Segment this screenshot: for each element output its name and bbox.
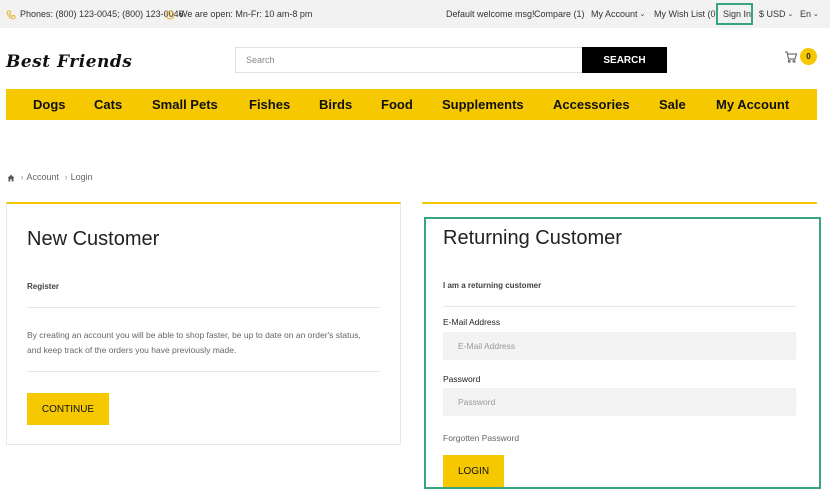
register-label: Register bbox=[27, 282, 60, 291]
nav-item-cats[interactable]: Cats bbox=[94, 89, 122, 120]
phones-text: Phones: (800) 123-0045; (800) 123-0046 bbox=[20, 9, 184, 19]
breadcrumb-login[interactable]: Login bbox=[71, 172, 93, 182]
breadcrumb-account[interactable]: Account bbox=[27, 172, 60, 182]
language-label: En bbox=[800, 9, 812, 19]
nav-item-dogs[interactable]: Dogs bbox=[33, 89, 66, 120]
main-nav: Dogs Cats Small Pets Fishes Birds Food S… bbox=[6, 89, 817, 120]
nav-item-supplements[interactable]: Supplements bbox=[442, 89, 524, 120]
new-customer-panel: New Customer Register By creating an acc… bbox=[6, 202, 401, 445]
my-account-label: My Account bbox=[591, 9, 638, 19]
nav-item-birds[interactable]: Birds bbox=[319, 89, 352, 120]
nav-item-food[interactable]: Food bbox=[381, 89, 413, 120]
chevron-down-icon: ⌄ bbox=[639, 10, 646, 18]
accent-line bbox=[422, 202, 817, 204]
currency-label: $ USD bbox=[759, 9, 786, 19]
cart-count-badge: 0 bbox=[800, 48, 817, 65]
hours-info: We are open: Mn-Fr: 10 am-8 pm bbox=[165, 0, 312, 28]
sign-in-highlight bbox=[716, 3, 753, 25]
divider bbox=[27, 307, 380, 308]
cart-icon bbox=[785, 51, 798, 63]
continue-button[interactable]: CONTINUE bbox=[27, 393, 109, 425]
my-account-dropdown[interactable]: My Account ⌄ bbox=[591, 0, 645, 28]
breadcrumb: › Account › Login bbox=[7, 172, 93, 182]
breadcrumb-separator: › bbox=[20, 172, 24, 182]
welcome-message: Default welcome msg! bbox=[446, 9, 535, 19]
wishlist-link[interactable]: My Wish List (0) bbox=[654, 0, 719, 28]
returning-customer-panel: Returning Customer I am a returning cust… bbox=[424, 217, 821, 489]
language-dropdown[interactable]: En ⌄ bbox=[800, 0, 819, 28]
compare-link[interactable]: Compare (1) bbox=[534, 0, 585, 28]
clock-icon bbox=[165, 10, 175, 20]
phone-icon bbox=[6, 10, 16, 20]
nav-item-my-account[interactable]: My Account bbox=[716, 89, 789, 120]
nav-item-fishes[interactable]: Fishes bbox=[249, 89, 290, 120]
register-description: By creating an account you will be able … bbox=[27, 330, 361, 355]
forgotten-password-link[interactable]: Forgotten Password bbox=[443, 433, 519, 443]
nav-item-accessories[interactable]: Accessories bbox=[553, 89, 630, 120]
search-bar: SEARCH bbox=[235, 47, 667, 73]
top-bar: Phones: (800) 123-0045; (800) 123-0046 W… bbox=[0, 0, 830, 28]
search-input[interactable] bbox=[235, 47, 582, 73]
phones-info: Phones: (800) 123-0045; (800) 123-0046 bbox=[6, 0, 184, 28]
login-button[interactable]: LOGIN bbox=[443, 455, 504, 487]
password-field[interactable] bbox=[443, 388, 796, 416]
new-customer-title: New Customer bbox=[27, 228, 160, 250]
nav-item-small-pets[interactable]: Small Pets bbox=[152, 89, 218, 120]
home-icon[interactable] bbox=[7, 174, 15, 182]
currency-dropdown[interactable]: $ USD ⌄ bbox=[759, 0, 793, 28]
nav-item-sale[interactable]: Sale bbox=[659, 89, 686, 120]
email-label: E-Mail Address bbox=[443, 317, 501, 327]
search-button[interactable]: SEARCH bbox=[582, 47, 667, 73]
hours-text: We are open: Mn-Fr: 10 am-8 pm bbox=[179, 9, 313, 19]
breadcrumb-separator: › bbox=[64, 172, 68, 182]
chevron-down-icon: ⌄ bbox=[813, 10, 819, 18]
divider bbox=[27, 371, 380, 372]
email-field[interactable] bbox=[443, 332, 796, 360]
chevron-down-icon: ⌄ bbox=[787, 10, 794, 18]
returning-customer-subtitle: I am a returning customer bbox=[443, 281, 542, 290]
cart-button[interactable]: 0 bbox=[784, 48, 818, 66]
returning-customer-title: Returning Customer bbox=[443, 227, 622, 249]
password-label: Password bbox=[443, 374, 481, 384]
divider bbox=[443, 306, 796, 307]
site-logo[interactable]: Best Friends bbox=[6, 52, 132, 72]
